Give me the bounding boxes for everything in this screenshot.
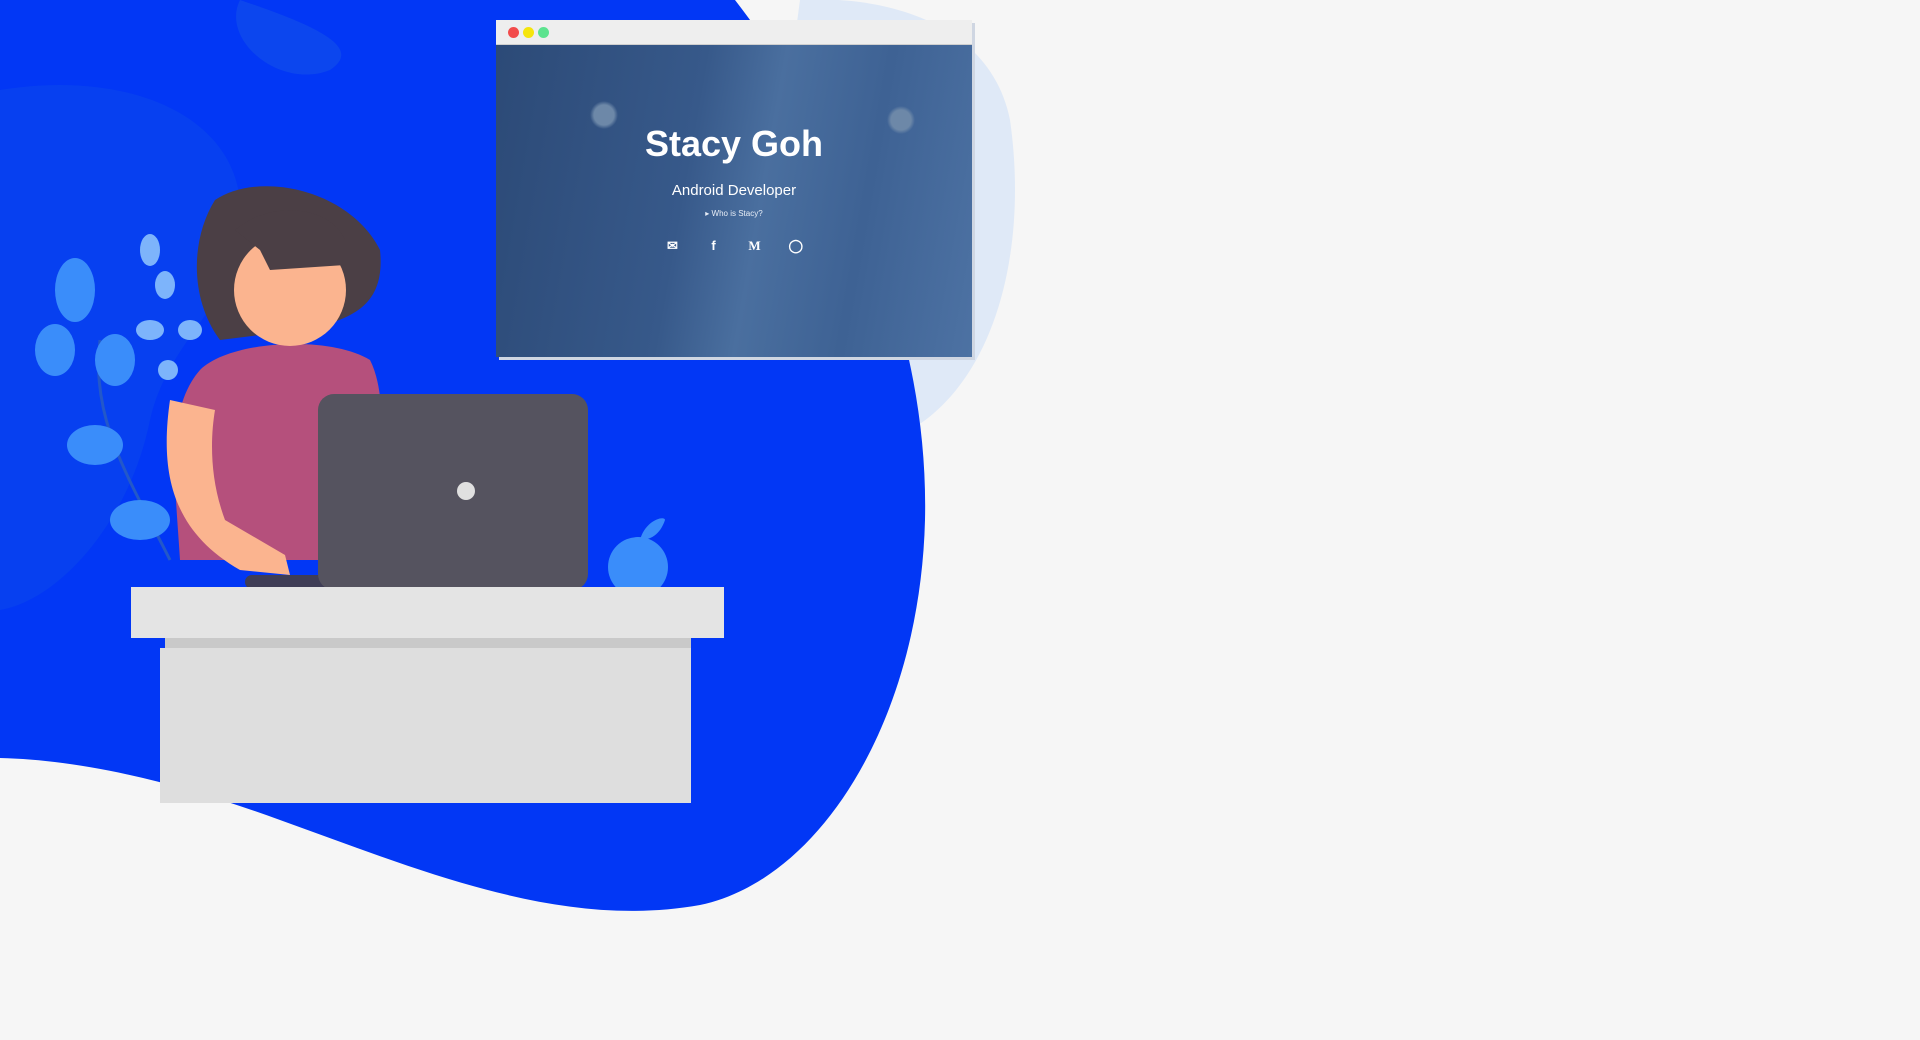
profile-role: Android Developer — [671, 182, 797, 199]
mail-icon[interactable]: ✉ — [666, 238, 680, 254]
medium-icon[interactable]: M — [748, 238, 762, 254]
maximize-window-button[interactable] — [538, 27, 549, 38]
github-icon[interactable]: ◯ — [789, 238, 804, 254]
who-is-stacy-link[interactable]: ▸ Who is Stacy? — [496, 209, 972, 218]
browser-mockup: Stacy Goh Android Developer ▸ Who is Sta… — [496, 20, 972, 357]
browser-titlebar — [496, 20, 972, 45]
profile-name: Stacy Goh — [644, 123, 824, 164]
social-links: ✉ f M ◯ — [496, 238, 972, 254]
desk — [131, 587, 724, 803]
laptop — [318, 394, 588, 590]
close-window-button[interactable] — [508, 27, 519, 38]
minimize-window-button[interactable] — [523, 27, 534, 38]
profile-hero: Stacy Goh Android Developer ▸ Who is Sta… — [496, 45, 972, 357]
facebook-icon[interactable]: f — [707, 238, 721, 254]
